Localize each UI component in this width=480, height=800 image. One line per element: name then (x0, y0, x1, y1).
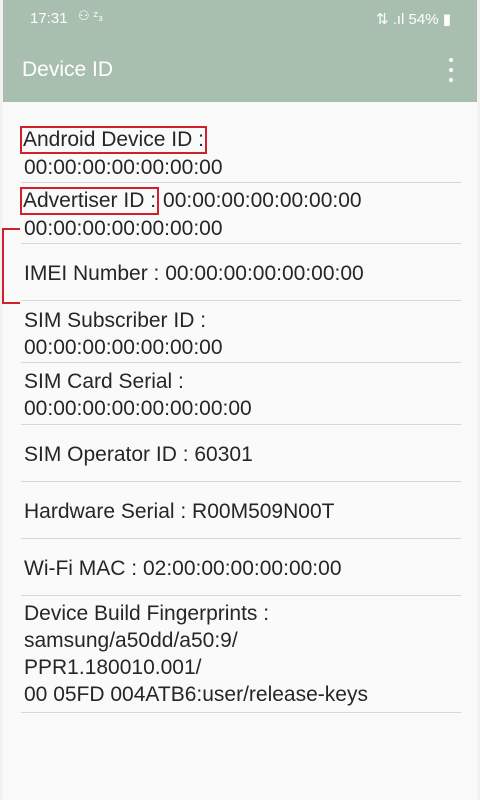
sim-subscriber-label: SIM Subscriber ID : (24, 309, 207, 332)
status-time: 17:31 (30, 10, 68, 27)
list-item-imei[interactable]: IMEI Number : 00:00:00:00:00:00:00 (21, 244, 461, 301)
sim-card-value: 00:00:00:00:00:00:00:00 (24, 397, 252, 420)
signal-icon: ⇅ .ıl (375, 11, 405, 28)
screen: 17:31 ⚇ ᶻ₃ ⇅ .ıl 54% ▮ Device ID Android… (0, 0, 480, 800)
app-title: Device ID (22, 58, 114, 81)
fingerprint-line3: 00 05FD 004ATB6:user/release-keys (24, 683, 368, 706)
battery-icon: ▮ (442, 11, 451, 28)
list-item-android-id[interactable]: Android Device ID : 00:00:00:00:00:00:00 (20, 122, 461, 183)
battery-percent: 54% (408, 11, 439, 28)
android-id-label: Android Device ID : (20, 126, 207, 154)
notification-icons: ⚇ ᶻ₃ (78, 8, 104, 23)
wifi-mac-text: Wi-Fi MAC : 02:00:00:00:00:00:00 (24, 557, 342, 580)
fingerprint-line1: samsung/a50dd/a50:9/ (24, 629, 238, 652)
list-item-wifi-mac[interactable]: Wi-Fi MAC : 02:00:00:00:00:00:00 (21, 539, 461, 596)
list-item-sim-operator[interactable]: SIM Operator ID : 60301 (21, 425, 461, 482)
hardware-serial-text: Hardware Serial : R00M509N00T (24, 500, 335, 523)
list-item-sim-card[interactable]: SIM Card Serial : 00:00:00:00:00:00:00:0… (21, 363, 461, 425)
device-id-list: Android Device ID : 00:00:00:00:00:00:00… (20, 122, 461, 713)
advertiser-id-value-line2: 00:00:00:00:00:00:00 (24, 217, 223, 240)
advertiser-id-label: Advertiser ID : (20, 187, 160, 215)
status-bar: 17:31 ⚇ ᶻ₃ ⇅ .ıl 54% ▮ (3, 0, 477, 38)
app-bar: Device ID (3, 38, 477, 102)
fingerprint-line2: PPR1.180010.001/ (24, 656, 202, 679)
imei-text: IMEI Number : 00:00:00:00:00:00:00 (24, 262, 364, 285)
list-item-hardware-serial[interactable]: Hardware Serial : R00M509N00T (21, 482, 461, 539)
highlight-bracket (2, 228, 20, 304)
fingerprint-label: Device Build Fingerprints : (24, 602, 270, 625)
sim-subscriber-value: 00:00:00:00:00:00:00 (24, 336, 223, 359)
advertiser-id-value-line1: 00:00:00:00:00:00:00 (163, 189, 362, 212)
sim-card-label: SIM Card Serial : (24, 370, 184, 393)
battery-status: ⇅ .ıl 54% ▮ (376, 10, 451, 28)
list-item-advertiser-id[interactable]: Advertiser ID :00:00:00:00:00:00:00 00:0… (20, 183, 461, 244)
list-item-sim-subscriber[interactable]: SIM Subscriber ID : 00:00:00:00:00:00:00 (21, 301, 461, 363)
sim-operator-text: SIM Operator ID : 60301 (24, 443, 253, 466)
overflow-menu-icon[interactable] (441, 56, 461, 84)
content-area: Android Device ID : 00:00:00:00:00:00:00… (2, 102, 477, 800)
android-id-value: 00:00:00:00:00:00:00 (24, 156, 223, 179)
list-item-fingerprint[interactable]: Device Build Fingerprints : samsung/a50d… (21, 596, 461, 713)
